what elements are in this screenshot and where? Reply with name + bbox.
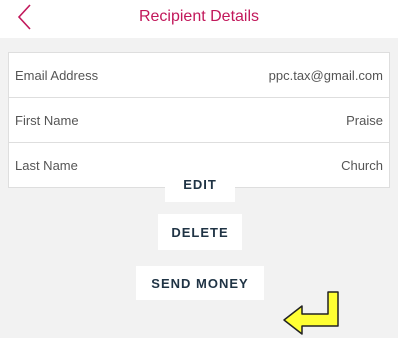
delete-button[interactable]: DELETE xyxy=(158,214,242,250)
send-money-button[interactable]: SEND MONEY xyxy=(136,266,264,300)
app-header: Recipient Details xyxy=(0,0,398,38)
detail-row-first-name: First Name Praise xyxy=(9,98,389,143)
edit-button[interactable]: EDIT xyxy=(165,166,235,202)
detail-label: Email Address xyxy=(15,67,99,83)
detail-label: Last Name xyxy=(15,157,78,173)
yellow-arrow-icon xyxy=(283,291,339,335)
detail-row-email: Email Address ppc.tax@gmail.com xyxy=(9,53,389,98)
detail-value: ppc.tax@gmail.com xyxy=(268,67,383,83)
detail-value: Church xyxy=(341,157,383,173)
recipient-details-screen: Recipient Details Email Address ppc.tax@… xyxy=(0,0,398,338)
detail-value: Praise xyxy=(346,112,383,128)
page-title: Recipient Details xyxy=(138,8,260,25)
detail-label: First Name xyxy=(15,112,79,128)
